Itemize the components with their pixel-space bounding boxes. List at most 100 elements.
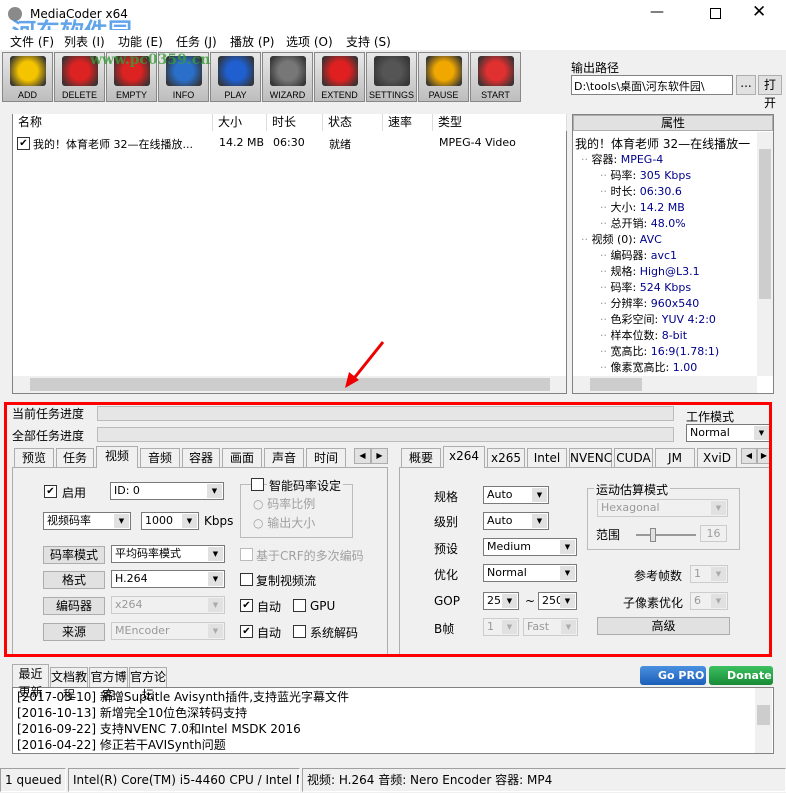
- work-mode-select[interactable]: Normal ▼: [686, 424, 771, 442]
- tab-scroll-right-button[interactable]: ▶: [371, 448, 388, 464]
- close-button[interactable]: ✕: [752, 2, 766, 22]
- toolbar-label: PAUSE: [428, 90, 459, 100]
- properties-hscrollbar[interactable]: [573, 376, 757, 393]
- tab-bottom-3[interactable]: 官方论坛: [129, 667, 167, 702]
- go-pro-button[interactable]: Go PRO: [640, 666, 706, 685]
- scroll-thumb[interactable]: [757, 705, 770, 725]
- tab-right-5[interactable]: CUDA: [614, 448, 653, 467]
- rate-mode-button[interactable]: 码率模式: [43, 546, 105, 564]
- gpu-checkbox[interactable]: [293, 599, 306, 612]
- column-header[interactable]: 大小: [213, 114, 267, 131]
- enable-checkbox[interactable]: ✔: [44, 485, 57, 498]
- column-header[interactable]: 速率: [383, 114, 433, 131]
- property-item: ·· 分辨率: 960x540: [600, 297, 700, 310]
- advanced-button[interactable]: 高级: [597, 617, 730, 635]
- tab-right-0[interactable]: 概要: [401, 448, 441, 467]
- tab-bottom-0[interactable]: 最近更新: [12, 664, 49, 699]
- tab-bottom-2[interactable]: 官方博客: [89, 667, 128, 702]
- tab-right-2[interactable]: x265: [487, 448, 525, 467]
- tab-left-5[interactable]: 画面: [222, 448, 262, 467]
- bitrate-select[interactable]: 1000 ▼: [141, 512, 199, 530]
- smart-rate-checkbox[interactable]: [251, 478, 264, 491]
- toolbar-add-button[interactable]: ADD: [2, 52, 53, 102]
- tab-scroll-right-button[interactable]: ▶: [757, 448, 771, 464]
- property-item: ·· 规格: High@L3.1: [600, 265, 700, 278]
- copy-stream-checkbox[interactable]: [240, 573, 253, 586]
- gop-min-select[interactable]: 25 ▼: [483, 592, 519, 610]
- maximize-button[interactable]: [710, 8, 721, 19]
- log-vscrollbar[interactable]: [755, 688, 772, 753]
- file-row[interactable]: ✔ 我的！体育老师 32—在线播放... 14.2 MB 06:30 就绪 MP…: [13, 134, 566, 152]
- scroll-thumb[interactable]: [590, 378, 642, 391]
- menu-item-4[interactable]: 播放 (P): [230, 33, 274, 50]
- stream-id-select[interactable]: ID: 0 ▼: [110, 482, 224, 500]
- tab-left-0[interactable]: 预览: [14, 448, 54, 467]
- scroll-thumb[interactable]: [759, 149, 771, 299]
- file-checkbox[interactable]: ✔: [17, 137, 30, 150]
- tab-right-4[interactable]: NVENC: [569, 448, 612, 467]
- file-list[interactable]: [12, 114, 567, 394]
- slider-thumb[interactable]: [650, 528, 656, 542]
- column-header[interactable]: 名称: [13, 114, 213, 131]
- property-key: 视频 (0):: [591, 233, 637, 246]
- range-slider[interactable]: [636, 526, 696, 542]
- property-group[interactable]: ·· 视频 (0): AVC: [581, 231, 662, 247]
- tab-scroll-left-button[interactable]: ◀: [741, 448, 757, 464]
- news-log[interactable]: [2017-03-10] 新增Suptitle Avisynth插件,支持蓝光字…: [12, 687, 774, 754]
- browse-button[interactable]: ...: [736, 75, 756, 95]
- tab-right-7[interactable]: XviD: [697, 448, 737, 467]
- menu-item-2[interactable]: 功能 (E): [118, 33, 163, 50]
- tab-left-7[interactable]: 时间: [306, 448, 346, 467]
- menu-item-6[interactable]: 支持 (S): [346, 33, 391, 50]
- toolbar-pause-button[interactable]: PAUSE: [418, 52, 469, 102]
- menu-item-1[interactable]: 列表 (I): [64, 33, 105, 50]
- encoder-button[interactable]: 编码器: [43, 597, 105, 615]
- level-select[interactable]: Auto ▼: [483, 512, 549, 530]
- minimize-button[interactable]: —: [650, 4, 664, 20]
- system-decode-checkbox[interactable]: [293, 625, 306, 638]
- properties-vscrollbar[interactable]: [757, 132, 773, 376]
- column-header[interactable]: 状态: [323, 114, 383, 131]
- column-header[interactable]: 时长: [267, 114, 323, 131]
- tab-scroll-left-button[interactable]: ◀: [354, 448, 371, 464]
- rate-mode-select[interactable]: 平均码率模式 ▼: [111, 545, 225, 563]
- profile-select[interactable]: Auto ▼: [483, 486, 549, 504]
- format-select[interactable]: H.264 ▼: [111, 570, 225, 588]
- tab-left-2[interactable]: 视频: [96, 446, 138, 468]
- tab-right-6[interactable]: JM: [655, 448, 695, 467]
- tab-right-3[interactable]: Intel: [527, 448, 567, 467]
- tab-left-3[interactable]: 音频: [140, 448, 180, 467]
- format-button[interactable]: 格式: [43, 571, 105, 589]
- menu-item-3[interactable]: 任务 (J): [176, 33, 217, 50]
- donate-button[interactable]: Donate: [709, 666, 773, 685]
- file-list-hscrollbar[interactable]: [13, 376, 566, 393]
- menu-item-5[interactable]: 选项 (O): [286, 33, 333, 50]
- output-path-input[interactable]: D:\tools\桌面\河东软件园\: [571, 75, 733, 95]
- preset-select[interactable]: Medium ▼: [483, 538, 577, 556]
- auto-encoder-checkbox[interactable]: ✔: [240, 599, 253, 612]
- gop-max-select[interactable]: 250 ▼: [538, 592, 577, 610]
- tab-left-1[interactable]: 任务: [56, 448, 94, 467]
- toolbar-play-button[interactable]: PLAY: [210, 52, 261, 102]
- toolbar-label: EXTEND: [321, 90, 358, 100]
- source-button[interactable]: 来源: [43, 623, 105, 641]
- tab-bottom-1[interactable]: 文档教程: [50, 667, 88, 702]
- toolbar-settings-button[interactable]: SETTINGS: [366, 52, 417, 102]
- toolbar-start-button[interactable]: START: [470, 52, 521, 102]
- auto-source-checkbox[interactable]: ✔: [240, 625, 253, 638]
- tab-left-4[interactable]: 容器: [182, 448, 220, 467]
- menu-item-0[interactable]: 文件 (F): [10, 33, 54, 50]
- tune-select[interactable]: Normal ▼: [483, 564, 577, 582]
- tab-left-6[interactable]: 声音: [264, 448, 304, 467]
- column-header[interactable]: 类型: [433, 114, 567, 131]
- open-button[interactable]: 打开: [758, 75, 782, 110]
- rate-type-select[interactable]: 视频码率 ▼: [43, 512, 131, 530]
- toolbar-label: SETTINGS: [368, 90, 414, 100]
- toolbar-wizard-button[interactable]: WIZARD: [262, 52, 313, 102]
- toolbar-extend-button[interactable]: EXTEND: [314, 52, 365, 102]
- toolbar-label: WIZARD: [269, 90, 306, 100]
- property-key: 像素宽高比:: [610, 361, 670, 374]
- scroll-thumb[interactable]: [30, 378, 550, 391]
- property-group[interactable]: ·· 容器: MPEG-4: [581, 151, 663, 167]
- tab-right-1[interactable]: x264: [443, 446, 485, 468]
